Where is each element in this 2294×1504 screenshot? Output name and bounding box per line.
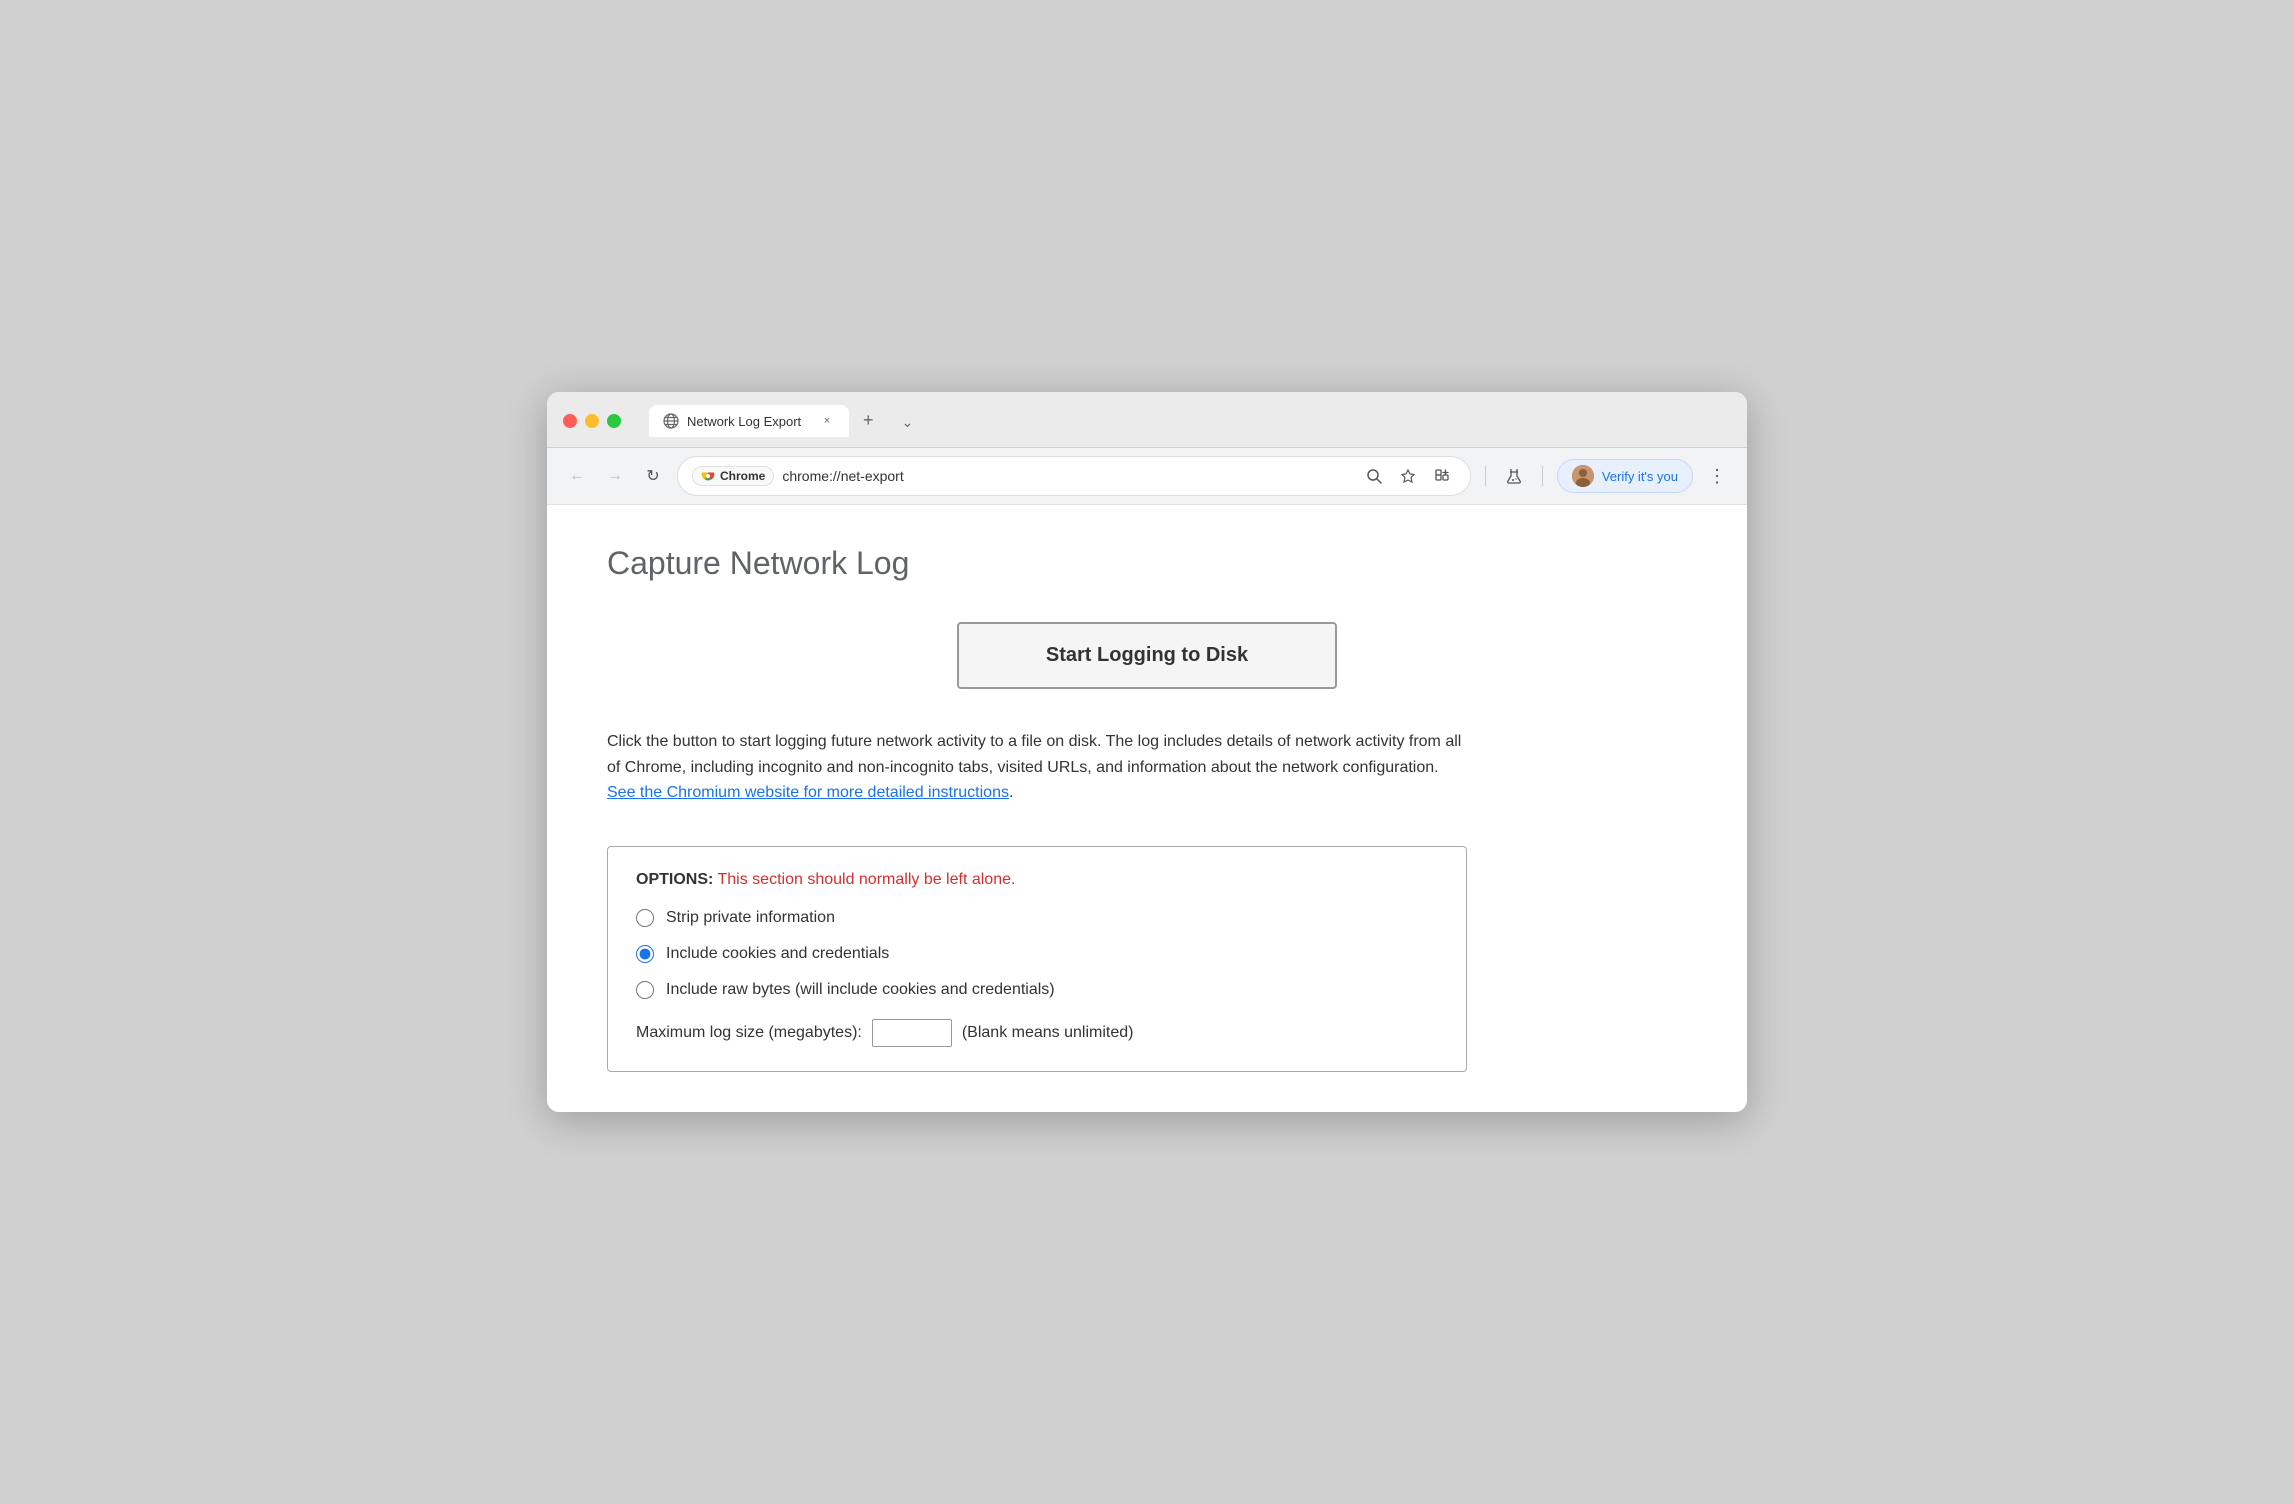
radio-cookies-input[interactable] [636, 945, 654, 963]
bookmark-icon-button[interactable] [1394, 462, 1422, 490]
traffic-lights: Network Log Export × + ⌄ [563, 404, 1731, 437]
options-box: OPTIONS: This section should normally be… [607, 846, 1467, 1072]
maximize-button[interactable] [607, 414, 621, 428]
chrome-badge: Chrome [692, 466, 774, 486]
max-log-label: Maximum log size (megabytes): [636, 1024, 862, 1042]
options-header: OPTIONS: This section should normally be… [636, 871, 1438, 889]
more-options-button[interactable]: ⋮ [1703, 462, 1731, 490]
chrome-label: Chrome [720, 469, 765, 483]
verify-button[interactable]: Verify it's you [1557, 459, 1693, 493]
radio-strip-input[interactable] [636, 909, 654, 927]
search-icon-button[interactable] [1360, 462, 1388, 490]
new-tab-button[interactable]: + [851, 404, 886, 437]
back-button[interactable]: ← [563, 462, 591, 490]
active-tab[interactable]: Network Log Export × [649, 405, 849, 437]
description-end: . [1009, 784, 1013, 801]
chromium-link[interactable]: See the Chromium website for more detail… [607, 784, 1009, 801]
browser-window: Network Log Export × + ⌄ ← → ↻ [547, 392, 1747, 1112]
max-log-input[interactable] [872, 1019, 952, 1047]
radio-raw-input[interactable] [636, 981, 654, 999]
max-log-note: (Blank means unlimited) [962, 1024, 1134, 1042]
tab-dropdown-button[interactable]: ⌄ [890, 408, 926, 437]
navigation-bar: ← → ↻ Chrome chrome://net-export [547, 448, 1747, 505]
description-text: Click the button to start logging future… [607, 733, 1461, 776]
tab-close-button[interactable]: × [819, 413, 835, 429]
verify-text: Verify it's you [1602, 469, 1678, 484]
description-paragraph: Click the button to start logging future… [607, 729, 1467, 806]
reload-button[interactable]: ↻ [639, 462, 667, 490]
radio-raw[interactable]: Include raw bytes (will include cookies … [636, 981, 1438, 999]
address-bar[interactable]: Chrome chrome://net-export [677, 456, 1471, 496]
page-title: Capture Network Log [607, 545, 1687, 582]
extensions-icon-button[interactable] [1428, 462, 1456, 490]
radio-cookies[interactable]: Include cookies and credentials [636, 945, 1438, 963]
page-content: Capture Network Log Start Logging to Dis… [547, 505, 1747, 1112]
nav-separator [1485, 466, 1486, 486]
lab-icon-button[interactable] [1500, 462, 1528, 490]
tab-favicon [663, 413, 679, 429]
title-bar: Network Log Export × + ⌄ [547, 392, 1747, 448]
nav-separator-2 [1542, 466, 1543, 486]
options-header-bold: OPTIONS: [636, 871, 713, 888]
tab-title: Network Log Export [687, 414, 811, 429]
profile-avatar [1572, 465, 1594, 487]
radio-group: Strip private information Include cookie… [636, 909, 1438, 999]
max-log-row: Maximum log size (megabytes): (Blank mea… [636, 1019, 1438, 1047]
forward-button[interactable]: → [601, 462, 629, 490]
radio-cookies-label: Include cookies and credentials [666, 945, 889, 963]
radio-strip-label: Strip private information [666, 909, 835, 927]
address-text: chrome://net-export [782, 468, 1351, 484]
address-bar-icons [1360, 462, 1456, 490]
start-logging-button[interactable]: Start Logging to Disk [957, 622, 1337, 689]
radio-strip[interactable]: Strip private information [636, 909, 1438, 927]
start-button-container: Start Logging to Disk [607, 622, 1687, 689]
close-button[interactable] [563, 414, 577, 428]
radio-raw-label: Include raw bytes (will include cookies … [666, 981, 1055, 999]
minimize-button[interactable] [585, 414, 599, 428]
options-header-warning: This section should normally be left alo… [718, 871, 1016, 888]
